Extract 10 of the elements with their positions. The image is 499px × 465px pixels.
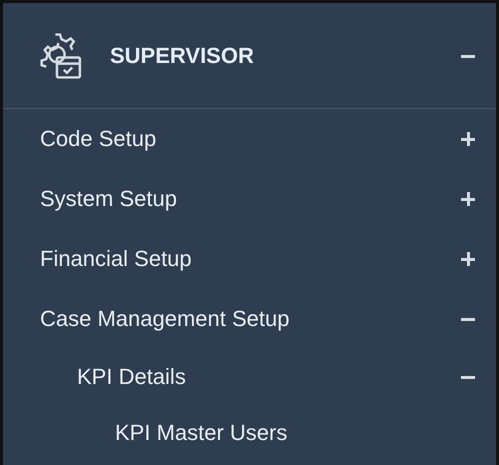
menu-item[interactable]: System Setup: [40, 186, 461, 212]
menu-item[interactable]: Case Management Setup: [40, 306, 461, 332]
menu-item[interactable]: KPI Master Users: [115, 420, 475, 446]
menu-item[interactable]: Code Setup: [40, 126, 461, 152]
plus-icon[interactable]: [461, 132, 475, 146]
menu-item[interactable]: Financial Setup: [40, 246, 461, 272]
plus-icon[interactable]: [461, 252, 475, 266]
plus-icon[interactable]: [461, 192, 475, 206]
section-title[interactable]: SUPERVISOR: [110, 42, 461, 68]
menu-item[interactable]: KPI Details: [77, 364, 461, 390]
